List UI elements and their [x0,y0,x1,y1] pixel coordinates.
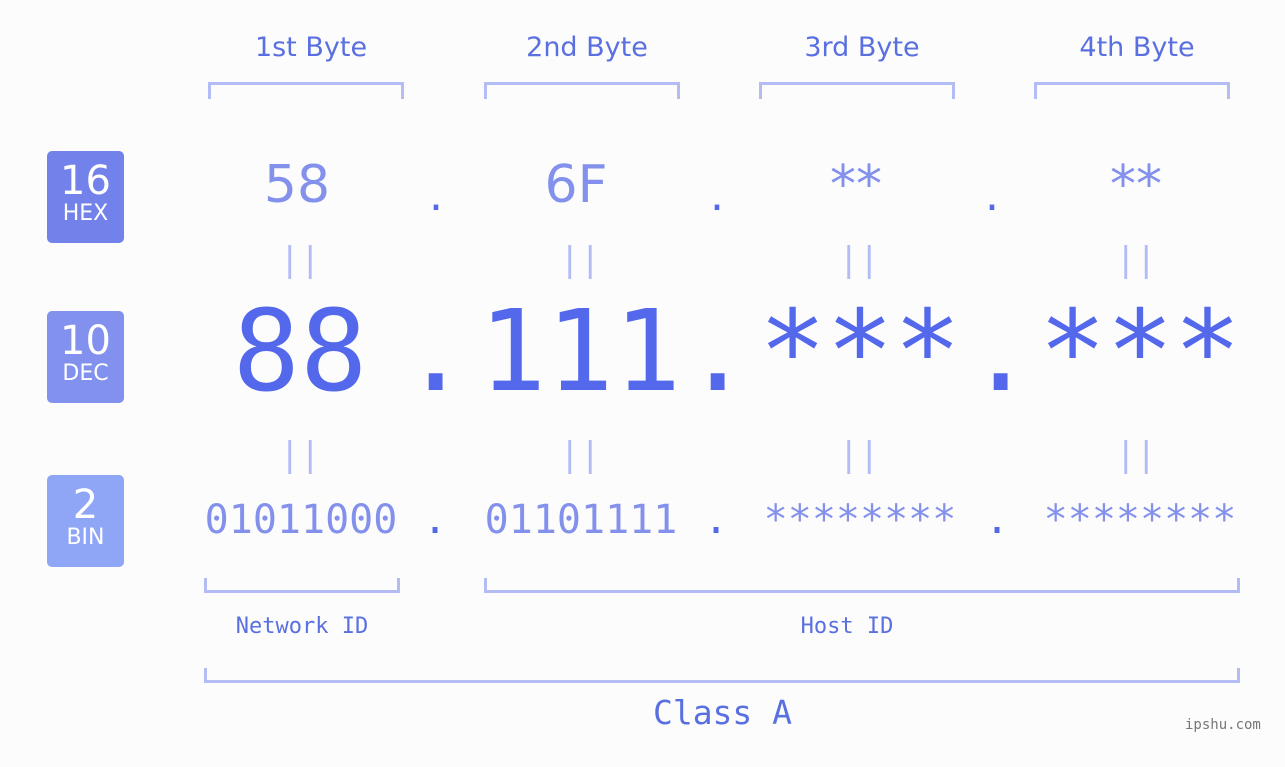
byte-label-4: 4th Byte [1079,32,1195,63]
dec-value-4: *** [1038,287,1242,417]
dec-badge-label: DEC [62,361,109,386]
class-bracket [204,668,1240,683]
equals-dec-bin-2: || [559,435,601,475]
equals-dec-bin-1: || [279,435,321,475]
hex-separator-2: . [710,170,724,221]
dec-value-1: 88 [232,287,368,417]
hex-badge: 16 HEX [47,151,124,243]
class-label: Class A [652,693,793,732]
equals-hex-dec-1: || [279,240,321,280]
dec-value-3: *** [758,287,962,417]
byte-label-2: 2nd Byte [526,32,648,63]
hex-value-2: 6F [544,155,608,215]
bin-value-2: 01101111 [484,497,678,543]
byte-bracket-2 [484,82,680,99]
network-id-label: Network ID [235,614,369,639]
hex-separator-3: . [985,170,999,221]
bin-separator-2: . [703,497,729,543]
byte-bracket-1 [208,82,404,99]
dec-separator-2: . [684,287,752,417]
byte-bracket-3 [759,82,955,99]
dec-badge-number: 10 [60,318,111,364]
bin-value-4: ******** [1043,497,1237,543]
hex-separator-1: . [429,170,443,221]
dec-separator-3: . [967,287,1035,417]
equals-hex-dec-3: || [838,240,880,280]
byte-bracket-4 [1034,82,1230,99]
network-id-bracket [204,578,400,593]
bin-badge: 2 BIN [47,475,124,567]
equals-hex-dec-2: || [559,240,601,280]
hex-value-1: 58 [263,155,331,215]
hex-badge-number: 16 [60,158,111,204]
dec-separator-1: . [402,287,470,417]
bin-separator-1: . [422,497,448,543]
byte-label-1: 1st Byte [254,32,368,63]
dec-value-2: 111 [478,287,682,417]
bin-value-3: ******** [763,497,957,543]
bin-separator-3: . [984,497,1010,543]
bin-value-1: 01011000 [204,497,398,543]
bin-badge-label: BIN [66,525,105,550]
equals-hex-dec-4: || [1115,240,1157,280]
hex-value-4: ** [1110,155,1162,215]
hex-value-3: ** [830,155,882,215]
watermark: ipshu.com [1185,717,1261,733]
byte-label-3: 3rd Byte [804,32,920,63]
host-id-label: Host ID [800,614,894,639]
equals-dec-bin-4: || [1115,435,1157,475]
equals-dec-bin-3: || [838,435,880,475]
bin-badge-number: 2 [72,482,99,528]
host-id-bracket [484,578,1240,593]
dec-badge: 10 DEC [47,311,124,403]
hex-badge-label: HEX [62,201,109,226]
